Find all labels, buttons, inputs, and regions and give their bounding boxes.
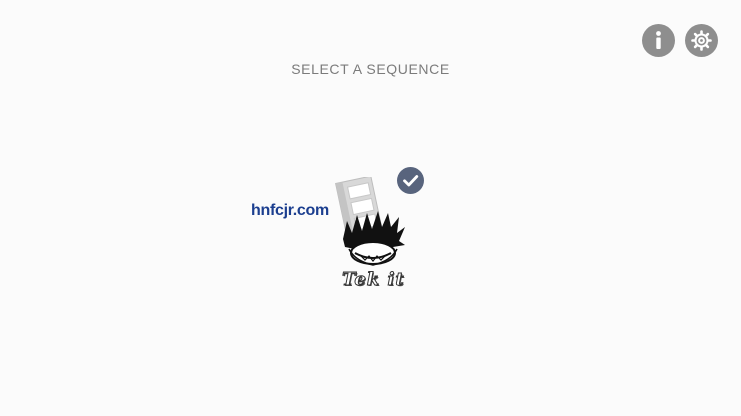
info-button[interactable]	[642, 24, 675, 57]
info-icon	[656, 31, 661, 49]
check-icon	[403, 175, 419, 187]
top-right-buttons	[642, 24, 718, 57]
gear-icon	[691, 30, 712, 51]
sequence-tile-tek-it[interactable]: hnfcjr.com Tek it	[250, 165, 430, 300]
selected-check-badge	[397, 167, 424, 194]
watermark-text: hnfcjr.com	[251, 202, 329, 219]
sequence-label: Tek it	[342, 269, 405, 291]
page-title: SELECT A SEQUENCE	[291, 61, 450, 77]
sequence-select-screen: SELECT A SEQUENCE hnfcjr.com Tek it	[0, 0, 741, 416]
settings-button[interactable]	[685, 24, 718, 57]
